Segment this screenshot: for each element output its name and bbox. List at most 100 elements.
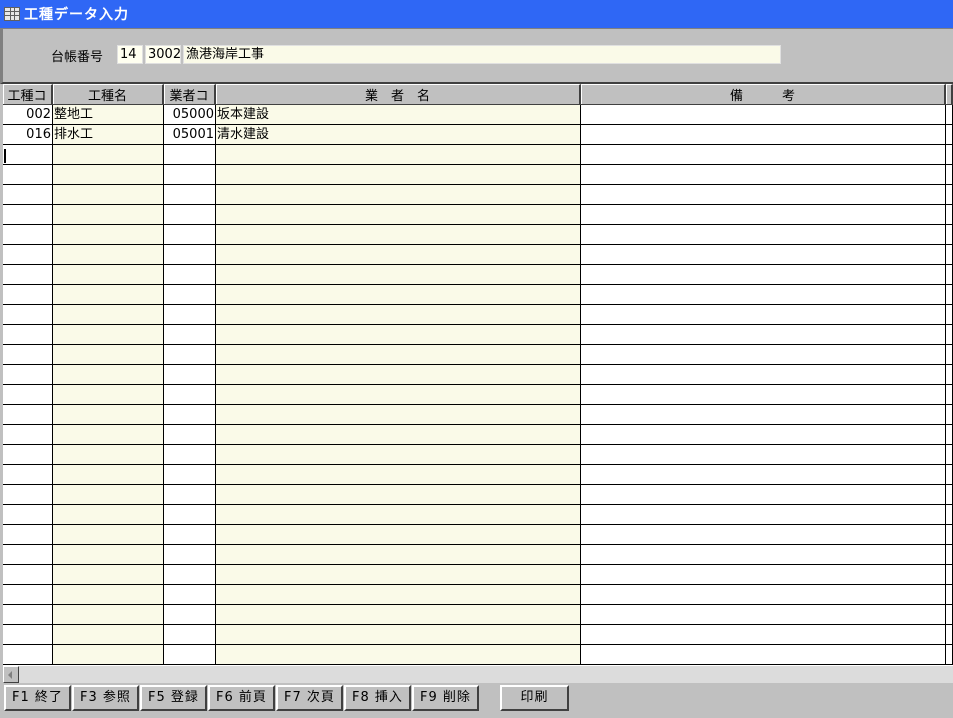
work-code-cell[interactable] xyxy=(3,205,53,225)
work-code-cell[interactable] xyxy=(3,325,53,345)
note-cell[interactable] xyxy=(581,565,946,585)
note-cell[interactable] xyxy=(581,645,946,665)
vendor-code-cell[interactable] xyxy=(164,205,216,225)
print-button[interactable]: 印刷 xyxy=(500,685,569,711)
work-code-cell[interactable] xyxy=(3,425,53,445)
vendor-code-cell[interactable]: 05000 xyxy=(164,105,216,125)
ledger-number-field-2[interactable]: 3002 xyxy=(145,45,181,64)
vendor-code-cell[interactable] xyxy=(164,165,216,185)
note-cell[interactable] xyxy=(581,205,946,225)
f8-insert-button[interactable]: F8 挿入 xyxy=(344,685,411,711)
f1-exit-button[interactable]: F1 終了 xyxy=(4,685,71,711)
note-cell[interactable] xyxy=(581,165,946,185)
vendor-code-cell[interactable] xyxy=(164,545,216,565)
work-code-cell[interactable] xyxy=(3,265,53,285)
work-code-cell[interactable]: 002 xyxy=(3,105,53,125)
note-cell[interactable] xyxy=(581,485,946,505)
vendor-code-cell[interactable] xyxy=(164,145,216,165)
work-code-cell[interactable] xyxy=(3,345,53,365)
work-code-cell[interactable] xyxy=(3,225,53,245)
work-code-cell[interactable] xyxy=(3,465,53,485)
work-code-cell[interactable] xyxy=(3,545,53,565)
work-type-entry-window: 工種データ入力 台帳番号 14 3002 漁港海岸工事 工種コ 工種名 業者コ … xyxy=(0,0,953,718)
vendor-code-cell[interactable] xyxy=(164,605,216,625)
vendor-code-cell[interactable] xyxy=(164,645,216,665)
work-name-cell xyxy=(53,365,164,385)
note-cell[interactable] xyxy=(581,525,946,545)
vendor-code-cell[interactable] xyxy=(164,385,216,405)
work-code-cell[interactable] xyxy=(3,405,53,425)
vendor-code-cell[interactable] xyxy=(164,505,216,525)
work-code-cell[interactable] xyxy=(3,645,53,665)
vendor-code-cell[interactable] xyxy=(164,625,216,645)
work-code-cell[interactable] xyxy=(3,625,53,645)
note-cell[interactable] xyxy=(581,185,946,205)
vendor-code-cell[interactable] xyxy=(164,185,216,205)
work-code-cell-active[interactable] xyxy=(3,145,53,165)
vendor-code-cell[interactable] xyxy=(164,485,216,505)
vendor-code-cell[interactable] xyxy=(164,405,216,425)
work-code-cell[interactable] xyxy=(3,305,53,325)
note-cell[interactable] xyxy=(581,445,946,465)
table-icon xyxy=(4,7,20,21)
vendor-code-cell[interactable] xyxy=(164,265,216,285)
work-code-cell[interactable] xyxy=(3,525,53,545)
f3-reference-button[interactable]: F3 参照 xyxy=(72,685,139,711)
horizontal-scrollbar[interactable] xyxy=(3,665,953,683)
vendor-code-cell[interactable] xyxy=(164,225,216,245)
vendor-code-cell[interactable] xyxy=(164,565,216,585)
vendor-code-cell[interactable] xyxy=(164,325,216,345)
vendor-code-cell[interactable] xyxy=(164,365,216,385)
work-code-cell[interactable] xyxy=(3,445,53,465)
f7-next-page-button[interactable]: F7 次頁 xyxy=(276,685,343,711)
f5-register-button[interactable]: F5 登録 xyxy=(140,685,207,711)
work-code-cell[interactable] xyxy=(3,565,53,585)
note-cell[interactable] xyxy=(581,385,946,405)
vendor-code-cell[interactable] xyxy=(164,305,216,325)
vendor-code-cell[interactable] xyxy=(164,465,216,485)
note-cell[interactable] xyxy=(581,265,946,285)
note-cell[interactable] xyxy=(581,465,946,485)
vendor-code-cell[interactable]: 05001 xyxy=(164,125,216,145)
ledger-number-field-1[interactable]: 14 xyxy=(117,45,143,64)
vendor-code-cell[interactable] xyxy=(164,445,216,465)
work-code-cell[interactable] xyxy=(3,285,53,305)
work-code-cell[interactable] xyxy=(3,245,53,265)
note-cell[interactable] xyxy=(581,505,946,525)
note-cell[interactable] xyxy=(581,425,946,445)
work-code-cell[interactable] xyxy=(3,485,53,505)
work-code-cell[interactable] xyxy=(3,505,53,525)
note-cell[interactable] xyxy=(581,225,946,245)
title-bar[interactable]: 工種データ入力 xyxy=(0,0,953,28)
note-cell[interactable] xyxy=(581,325,946,345)
note-cell[interactable] xyxy=(581,145,946,165)
f9-delete-button[interactable]: F9 削除 xyxy=(412,685,479,711)
vendor-code-cell[interactable] xyxy=(164,425,216,445)
work-code-cell[interactable]: 016 xyxy=(3,125,53,145)
vendor-code-cell[interactable] xyxy=(164,285,216,305)
work-code-cell[interactable] xyxy=(3,365,53,385)
work-code-cell[interactable] xyxy=(3,385,53,405)
note-cell[interactable] xyxy=(581,125,946,145)
note-cell[interactable] xyxy=(581,245,946,265)
note-cell[interactable] xyxy=(581,285,946,305)
note-cell[interactable] xyxy=(581,605,946,625)
vendor-code-cell[interactable] xyxy=(164,245,216,265)
note-cell[interactable] xyxy=(581,105,946,125)
scroll-left-arrow-icon[interactable] xyxy=(3,666,19,683)
vendor-code-cell[interactable] xyxy=(164,525,216,545)
note-cell[interactable] xyxy=(581,345,946,365)
work-code-cell[interactable] xyxy=(3,585,53,605)
f6-prev-page-button[interactable]: F6 前頁 xyxy=(208,685,275,711)
vendor-code-cell[interactable] xyxy=(164,585,216,605)
note-cell[interactable] xyxy=(581,625,946,645)
note-cell[interactable] xyxy=(581,545,946,565)
work-code-cell[interactable] xyxy=(3,165,53,185)
note-cell[interactable] xyxy=(581,585,946,605)
work-code-cell[interactable] xyxy=(3,605,53,625)
note-cell[interactable] xyxy=(581,365,946,385)
vendor-code-cell[interactable] xyxy=(164,345,216,365)
note-cell[interactable] xyxy=(581,305,946,325)
note-cell[interactable] xyxy=(581,405,946,425)
work-code-cell[interactable] xyxy=(3,185,53,205)
